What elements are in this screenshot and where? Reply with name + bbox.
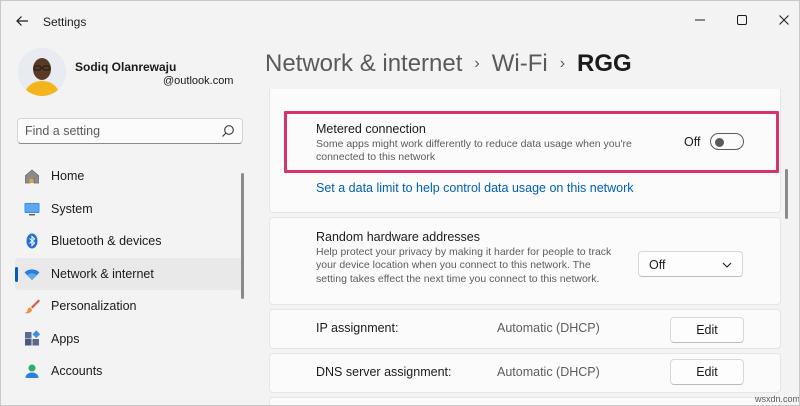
app-title: Settings bbox=[43, 15, 87, 29]
back-button[interactable] bbox=[11, 10, 33, 32]
avatar[interactable] bbox=[18, 48, 66, 96]
sidebar-item-personalization[interactable]: Personalization bbox=[15, 290, 243, 323]
random-hw-description: Help protect your privacy by making it h… bbox=[316, 246, 612, 285]
home-icon bbox=[23, 167, 41, 185]
ip-assignment-value: Automatic (DHCP) bbox=[497, 321, 600, 335]
settings-window: Settings Sodiq Olanrewaju @outlook.com F… bbox=[0, 0, 800, 406]
dns-assignment-label: DNS server assignment: bbox=[316, 365, 452, 379]
breadcrumb-network[interactable]: Network & internet bbox=[265, 50, 462, 78]
user-email: @outlook.com bbox=[163, 75, 234, 87]
bluetooth-icon bbox=[23, 232, 41, 250]
sidebar-item-system[interactable]: System bbox=[15, 193, 243, 226]
search-box[interactable] bbox=[17, 118, 243, 144]
sidebar-item-accounts[interactable]: Accounts bbox=[15, 355, 243, 388]
close-icon bbox=[779, 15, 789, 25]
maximize-icon bbox=[737, 15, 747, 25]
maximize-button[interactable] bbox=[727, 7, 757, 33]
breadcrumb-separator: › bbox=[559, 55, 566, 72]
sidebar-item-bluetooth[interactable]: Bluetooth & devices bbox=[15, 225, 243, 258]
avatar-photo bbox=[18, 48, 66, 96]
sidebar-item-label: Home bbox=[51, 169, 85, 184]
dns-assignment-value: Automatic (DHCP) bbox=[497, 365, 600, 379]
brush-icon bbox=[23, 297, 41, 315]
metered-title: Metered connection bbox=[316, 122, 426, 136]
sidebar-item-home[interactable]: Home bbox=[15, 160, 243, 193]
sidebar-nav: Home System Bluetooth & devices Network … bbox=[15, 160, 243, 388]
breadcrumb-separator: › bbox=[474, 55, 480, 72]
ip-edit-button[interactable]: Edit bbox=[670, 317, 744, 343]
back-arrow-icon bbox=[16, 16, 28, 26]
chevron-down-icon bbox=[722, 262, 732, 268]
minimize-button[interactable] bbox=[685, 7, 715, 33]
search-icon[interactable] bbox=[221, 124, 235, 138]
sidebar-item-label: Personalization bbox=[51, 299, 137, 314]
watermark: wsxdn.com bbox=[755, 394, 800, 404]
wifi-icon bbox=[23, 265, 41, 283]
metered-state-label: Off bbox=[684, 135, 701, 149]
sidebar-item-label: Bluetooth & devices bbox=[51, 234, 162, 249]
dropdown-value: Off bbox=[649, 258, 666, 272]
user-name: Sodiq Olanrewaju bbox=[75, 60, 177, 74]
breadcrumb-wifi[interactable]: Wi-Fi bbox=[492, 50, 548, 78]
title-bar: Settings bbox=[1, 1, 799, 41]
sidebar-scrollbar[interactable] bbox=[241, 173, 244, 299]
sidebar-item-label: Network & internet bbox=[51, 266, 154, 281]
person-icon bbox=[23, 362, 41, 380]
random-hw-dropdown[interactable]: Off bbox=[638, 251, 743, 277]
close-button[interactable] bbox=[769, 7, 799, 33]
monitor-icon bbox=[23, 200, 41, 218]
toggle-knob bbox=[715, 137, 724, 147]
minimize-icon bbox=[695, 19, 705, 21]
sidebar-item-label: Apps bbox=[51, 331, 80, 346]
ip-assignment-label: IP assignment: bbox=[316, 321, 399, 335]
sidebar-item-label: System bbox=[51, 201, 93, 216]
random-hw-title: Random hardware addresses bbox=[316, 230, 480, 244]
sidebar-item-label: Accounts bbox=[51, 364, 103, 379]
breadcrumb: Network & internet › Wi-Fi › RGG bbox=[265, 47, 632, 81]
breadcrumb-current: RGG bbox=[577, 50, 632, 77]
sidebar-item-apps[interactable]: Apps bbox=[15, 323, 243, 356]
next-card bbox=[269, 397, 781, 405]
data-limit-link[interactable]: Set a data limit to help control data us… bbox=[316, 181, 634, 195]
metered-toggle[interactable] bbox=[710, 133, 744, 150]
dns-edit-button[interactable]: Edit bbox=[670, 359, 744, 385]
search-input[interactable] bbox=[18, 119, 214, 143]
content-scrollbar[interactable] bbox=[785, 169, 788, 219]
metered-description: Some apps might work differently to redu… bbox=[316, 138, 632, 163]
apps-icon bbox=[23, 330, 41, 348]
sidebar-item-network[interactable]: Network & internet bbox=[15, 257, 243, 290]
